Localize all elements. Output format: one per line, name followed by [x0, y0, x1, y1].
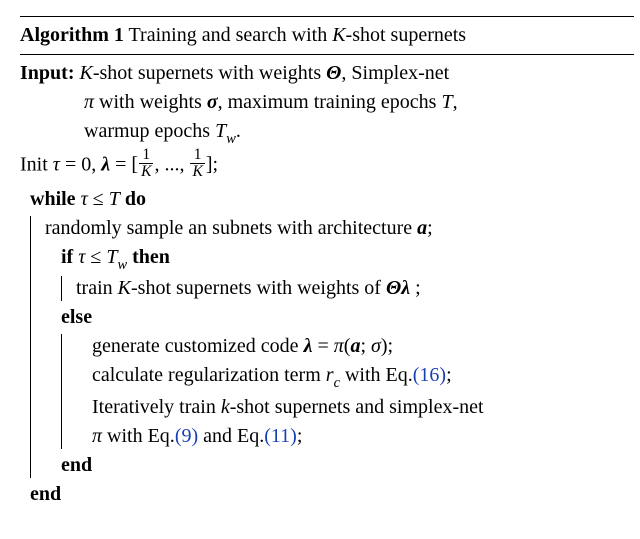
step-iterative-2: π with Eq.(9) and Eq.(11);: [92, 422, 634, 451]
else-header: else: [61, 303, 634, 332]
while-block: while τ ≤ T do randomly sample an subnet…: [30, 185, 634, 510]
if-block: if τ ≤ Tw then train K-shot supernets wi…: [61, 243, 634, 481]
input-block: Input: K-shot supernets with weights Θ, …: [20, 59, 634, 149]
input-line-2: π with weights σ, maximum training epoch…: [20, 88, 634, 117]
step-generate-code: generate customized code λ = π(a; σ);: [92, 332, 634, 361]
input-line-3: warmup epochs Tw.: [20, 117, 634, 149]
algo-title: Algorithm 1 Training and search with K-s…: [20, 21, 634, 50]
top-rule: [20, 16, 634, 17]
else-body-bar: generate customized code λ = π(a; σ); ca…: [61, 332, 634, 451]
eq-ref-11: (11): [264, 425, 297, 447]
fraction: 1K: [139, 147, 153, 181]
vertical-rule-icon: [30, 216, 31, 479]
if-end: end: [61, 451, 634, 480]
step-regularization: calculate regularization term rc with Eq…: [92, 361, 634, 393]
if-header: if τ ≤ Tw then: [61, 243, 634, 275]
vertical-rule-icon: [61, 334, 62, 449]
fraction: 1K: [190, 147, 204, 181]
while-header: while τ ≤ T do: [30, 185, 634, 214]
if-body-bar: train K-shot supernets with weights of Θ…: [61, 274, 634, 303]
while-body-bar: randomly sample an subnets with architec…: [30, 214, 634, 481]
step-iterative-1: Iteratively train k-shot supernets and s…: [92, 393, 634, 422]
init-line: Init τ = 0, λ = [1K, ..., 1K];: [20, 149, 634, 183]
step-sample: randomly sample an subnets with architec…: [45, 214, 634, 243]
eq-ref-9: (9): [175, 425, 198, 447]
algorithm-box: Algorithm 1 Training and search with K-s…: [0, 0, 640, 513]
vertical-rule-icon: [61, 276, 62, 301]
input-line-1: Input: K-shot supernets with weights Θ, …: [20, 59, 634, 88]
while-end: end: [30, 480, 634, 509]
step-train-theta-lambda: train K-shot supernets with weights of Θ…: [76, 274, 634, 303]
eq-ref-16: (16): [413, 364, 446, 386]
title-rule: [20, 54, 634, 55]
algo-number: Algorithm 1: [20, 24, 124, 46]
